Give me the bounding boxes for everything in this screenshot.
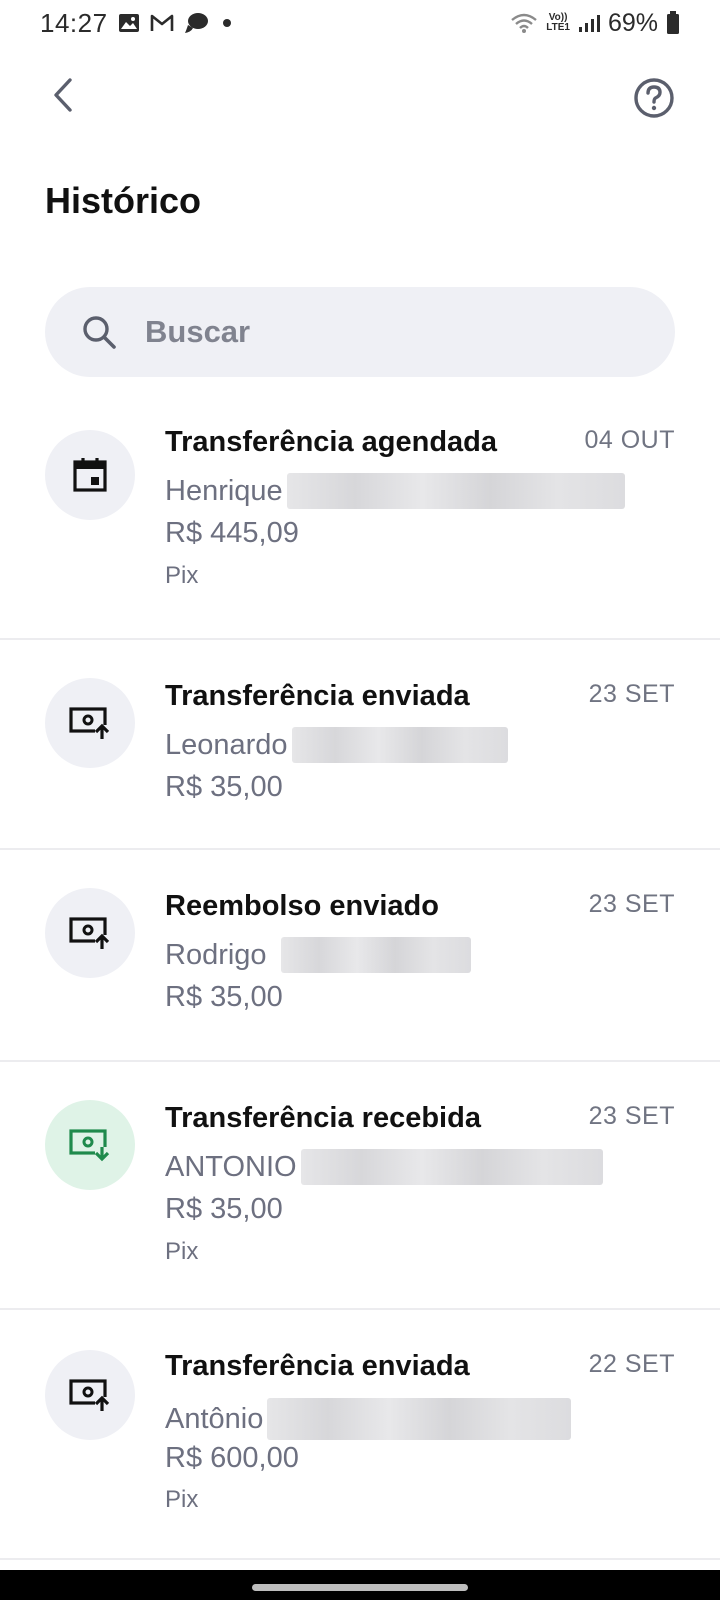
search-icon <box>79 312 119 352</box>
chevron-left-icon <box>54 78 72 112</box>
transaction-amount: R$ 600,00 <box>165 1442 299 1474</box>
calendar-icon <box>73 458 107 492</box>
status-left: 14:27 <box>40 8 234 39</box>
transaction-icon-badge <box>45 430 135 520</box>
transaction-name-row: Antônio <box>165 1398 572 1440</box>
search-box[interactable] <box>45 287 675 377</box>
money-send-icon <box>69 1379 110 1411</box>
transaction-amount: R$ 35,00 <box>165 1193 283 1225</box>
transaction-icon-badge <box>45 678 135 768</box>
transaction-amount: R$ 445,09 <box>165 517 299 549</box>
status-bar: 14:27 Vo)) LTE1 69% <box>0 0 720 46</box>
transaction-name: Leonardo <box>165 728 288 761</box>
home-gesture-handle[interactable] <box>252 1584 468 1591</box>
transaction-title: Transferência recebida <box>165 1102 481 1134</box>
gallery-icon <box>118 13 140 33</box>
lte-label: LTE1 <box>546 22 570 33</box>
search-input[interactable] <box>145 314 595 350</box>
battery-percent: 69% <box>607 8 658 37</box>
transaction-title: Transferência enviada <box>165 680 470 712</box>
transaction-date: 23 SET <box>588 890 675 918</box>
redacted-name-blur <box>280 937 471 973</box>
transaction-list: Transferência agendada 04 OUT Henrique R… <box>0 410 720 1560</box>
transaction-amount: R$ 35,00 <box>165 981 283 1013</box>
app-bar <box>0 64 720 128</box>
redacted-name-blur <box>286 473 625 509</box>
redacted-name-blur <box>291 727 508 763</box>
status-right: Vo)) LTE1 69% <box>510 9 680 38</box>
volte-lte-indicator: Vo)) LTE1 <box>546 13 570 33</box>
transaction-item[interactable]: Transferência agendada 04 OUT Henrique R… <box>0 410 720 640</box>
page-title: Histórico <box>45 180 202 221</box>
redacted-name-blur <box>300 1149 603 1185</box>
transaction-date: 22 SET <box>588 1350 675 1378</box>
transaction-date: 23 SET <box>588 680 675 708</box>
money-send-icon <box>69 917 110 949</box>
transaction-title: Transferência agendada <box>165 426 498 458</box>
transaction-icon-badge <box>45 1100 135 1190</box>
transaction-icon-badge <box>45 1350 135 1440</box>
transaction-name-row: Henrique <box>165 473 625 509</box>
transaction-icon-badge <box>45 888 135 978</box>
transaction-name: Antônio <box>165 1402 264 1435</box>
transaction-title: Transferência enviada <box>165 1350 470 1382</box>
chat-icon <box>184 12 210 34</box>
redacted-name-blur <box>267 1398 572 1440</box>
transaction-date: 04 OUT <box>584 426 675 454</box>
more-notifications-dot-icon <box>220 16 234 30</box>
transaction-name-row: ANTONIO <box>165 1149 603 1185</box>
transaction-title: Reembolso enviado <box>165 890 439 922</box>
transaction-name: ANTONIO <box>165 1150 297 1183</box>
transaction-item[interactable]: Transferência enviada 23 SET Leonardo R$… <box>0 640 720 850</box>
help-button[interactable] <box>626 70 682 126</box>
screen: 14:27 Vo)) LTE1 69% Histórico Buscar Tra… <box>0 0 720 1600</box>
transaction-item[interactable]: Reembolso enviado 23 SET Rodrigo R$ 35,0… <box>0 850 720 1062</box>
transaction-date: 23 SET <box>588 1102 675 1130</box>
transaction-item[interactable]: Transferência enviada 22 SET Antônio R$ … <box>0 1310 720 1560</box>
transaction-name: Henrique <box>165 474 283 507</box>
status-time: 14:27 <box>40 7 108 38</box>
back-button[interactable] <box>38 70 88 120</box>
transaction-name: Rodrigo <box>165 938 267 971</box>
gmail-icon <box>150 13 174 33</box>
transaction-name-row: Leonardo <box>165 727 508 763</box>
money-send-icon <box>69 707 110 739</box>
transaction-name-row: Rodrigo <box>165 937 471 973</box>
money-receive-icon <box>69 1129 110 1162</box>
system-navigation-bar <box>0 1570 720 1600</box>
transaction-method: Pix <box>165 1238 199 1265</box>
transaction-method: Pix <box>165 1486 199 1513</box>
signal-icon <box>578 13 600 33</box>
wifi-icon <box>510 12 538 34</box>
transaction-item[interactable]: Transferência recebida 23 SET ANTONIO R$… <box>0 1062 720 1310</box>
battery-icon <box>666 11 680 35</box>
transaction-amount: R$ 35,00 <box>165 771 283 803</box>
help-circle-icon <box>634 78 674 118</box>
transaction-method: Pix <box>165 562 199 589</box>
